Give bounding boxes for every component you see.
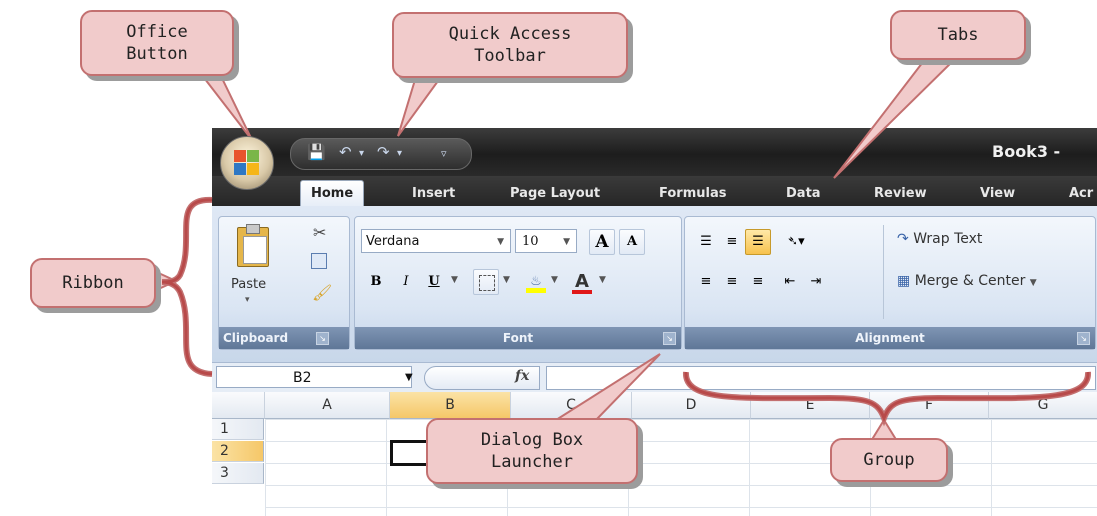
callout-office-button: Office Button (80, 10, 234, 76)
office-button[interactable] (220, 136, 274, 190)
callout-tabs: Tabs (890, 10, 1026, 60)
callout-dialog-box-launcher: Dialog Box Launcher (426, 418, 638, 484)
qat-pointer (397, 69, 448, 137)
callout-group: Group (830, 438, 948, 482)
dialog-launcher-pointer (552, 353, 661, 421)
callout-ribbon: Ribbon (30, 258, 156, 308)
office-logo-icon (234, 150, 260, 176)
callout-quick-access-toolbar: Quick Access Toolbar (392, 12, 628, 78)
tabs-pointer (833, 57, 959, 179)
office-button-pointer (195, 69, 253, 141)
